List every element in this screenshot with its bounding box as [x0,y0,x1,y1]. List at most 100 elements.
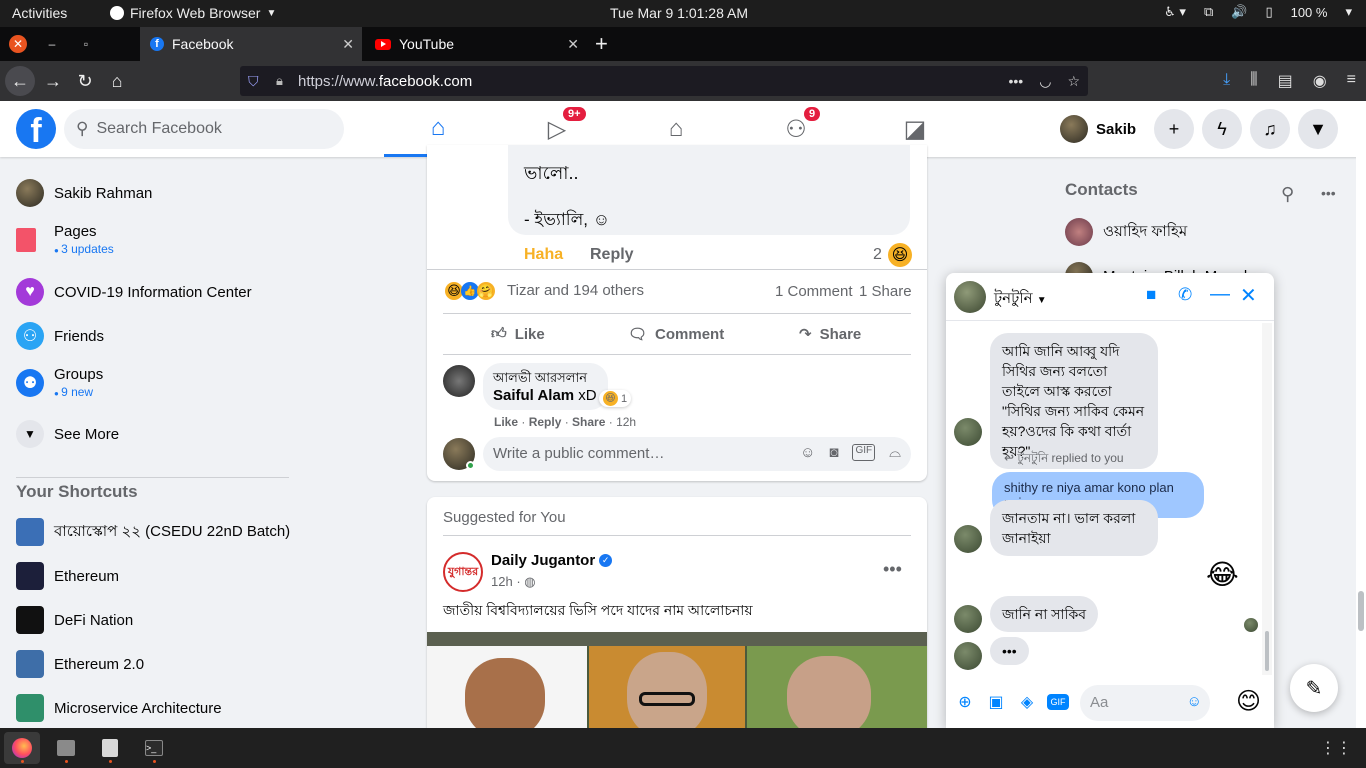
library-icon[interactable]: ⫼ [1250,71,1257,91]
close-icon[interactable]: ✕ [1240,283,1257,308]
facebook-logo[interactable]: f [16,109,56,149]
sidebar-item-profile[interactable]: Sakib Rahman [16,179,152,207]
messenger-button[interactable]: ϟ [1202,109,1242,149]
software-dock-icon[interactable] [92,732,128,764]
clock[interactable]: Tue Mar 9 1:01:28 AM [610,5,748,21]
new-tab-button[interactable]: + [595,31,608,57]
video-call-icon[interactable]: ■ [1146,285,1156,305]
more-options-icon[interactable]: ••• [1321,185,1336,201]
profile-chip[interactable]: Sakib [1060,115,1136,143]
reaction-count[interactable]: 2 [873,246,882,264]
write-comment-input[interactable]: Write a public comment… ☺ ◙ GIF ⌓ [483,437,911,471]
sidebar-item-pages[interactable]: Pages 3 updates [16,223,114,256]
page-scrollbar[interactable] [1356,157,1366,728]
post-image[interactable] [427,632,927,737]
search-input[interactable]: ⚲ Search Facebook [64,109,344,149]
sidebar-icon[interactable]: ▤ [1278,71,1293,91]
sticker-icon[interactable]: ⌓ [889,444,901,461]
scrollbar-thumb[interactable] [1265,631,1269,671]
message-incoming[interactable]: জানতাম না। ভাল করলা জানাইয়া [990,500,1158,556]
shortcut-item[interactable]: DeFi Nation [16,606,133,634]
emoji-icon[interactable]: ☺ [1187,693,1202,710]
sidebar-item-friends[interactable]: ⚇ Friends [16,322,104,350]
shortcut-item[interactable]: Microservice Architecture [16,694,222,722]
menu-icon[interactable]: ≡ [1347,71,1356,91]
account-icon[interactable]: ◉ [1313,71,1327,91]
reactions-summary[interactable]: Tizar and 194 others [507,282,644,299]
camera-icon[interactable]: ◙ [829,444,838,461]
send-emoji-icon[interactable]: 😊 [1236,687,1261,716]
phone-icon[interactable]: ✆ [1178,285,1192,305]
laughing-emoji-message[interactable]: 😂 [1206,558,1239,591]
comment-like-link[interactable]: Like [494,415,518,429]
window-maximize-button[interactable]: ▫ [77,35,95,53]
search-icon[interactable]: ⚲ [1281,184,1294,205]
lock-icon[interactable]: 🔒︎ [276,73,283,89]
like-button[interactable]: 👍︎ Like [491,325,545,343]
download-icon[interactable]: ⤓ [1223,71,1230,91]
message-incoming[interactable]: আমি জানি আব্বু যদি সিথির জন্য বলতো তাইলে… [990,333,1158,469]
tracking-shield-icon[interactable]: ⛉ [248,73,259,90]
haha-link[interactable]: Haha [524,246,563,264]
close-tab-icon[interactable]: ✕ [342,36,354,53]
reply-link[interactable]: Reply [590,246,634,264]
comment-reply-link[interactable]: Reply [529,415,562,429]
show-applications-icon[interactable]: ⋮⋮ [1320,738,1352,758]
tab-facebook[interactable]: f Facebook ✕ [140,27,362,61]
back-button[interactable]: ← [5,66,35,96]
post-time[interactable]: 12h · ◍ [491,574,536,590]
home-button[interactable]: ⌂ [102,66,132,96]
close-tab-icon[interactable]: ✕ [567,36,579,53]
reload-button[interactable]: ↻ [70,66,100,96]
comment-reactions[interactable]: 😆 1 [599,390,632,407]
minimize-icon[interactable]: — [1210,283,1230,306]
page-name[interactable]: Daily Jugantor ✓ [491,552,613,569]
shortcut-item[interactable]: Ethereum [16,562,119,590]
message-input[interactable]: Aa ☺ [1080,685,1210,721]
new-message-button[interactable]: ✎ [1290,664,1338,712]
tab-youtube[interactable]: YouTube ✕ [365,27,587,61]
app-menu[interactable]: Firefox Web Browser ▼ [110,5,276,21]
contact-item[interactable]: ওয়াহিদ ফাহিম [1065,218,1187,246]
terminal-dock-icon[interactable]: >_ [136,732,172,764]
add-icon[interactable]: ⊕ [954,691,976,713]
account-menu-button[interactable]: ▼ [1298,109,1338,149]
avatar[interactable] [443,365,475,397]
sidebar-item-groups[interactable]: ⚉ Groups 9 new [16,366,103,399]
sidebar-item-covid[interactable]: ♥ COVID-19 Information Center [16,278,252,306]
scrollbar-thumb[interactable] [1358,591,1364,631]
shortcut-item[interactable]: বায়োস্কোপ ২২ (CSEDU 22nD Batch) [16,518,290,546]
url-text[interactable]: https://www.facebook.com [298,73,472,90]
more-options-icon[interactable]: ••• [883,559,902,580]
share-count[interactable]: 1 Share [859,283,912,300]
comment-button[interactable]: 🗨︎ Comment [628,325,724,344]
bookmark-star-icon[interactable]: ☆ [1067,73,1080,90]
window-close-button[interactable]: ✕ [9,35,27,53]
comment-count[interactable]: 1 Comment [775,283,853,300]
gif-icon[interactable]: GIF [1047,694,1069,710]
chat-title[interactable]: টুনটুনি ▼ [994,287,1047,312]
chat-scrollbar[interactable] [1262,323,1272,675]
create-button[interactable]: + [1154,109,1194,149]
notifications-button[interactable]: ♫ [1250,109,1290,149]
emoji-icon[interactable]: ☺ [800,444,815,461]
photo-icon[interactable]: ▣ [985,691,1007,713]
firefox-dock-icon[interactable] [4,732,40,764]
avatar[interactable] [954,281,986,313]
sticker-icon[interactable]: ◈ [1016,691,1038,713]
page-avatar[interactable]: যুগান্তর [443,552,483,592]
comment-share-link[interactable]: Share [572,415,605,429]
share-button[interactable]: ↷ Share [799,325,861,344]
activities-button[interactable]: Activities [12,5,67,21]
reaction-icons[interactable]: 😆 👍 🤗 [445,282,495,300]
sidebar-see-more[interactable]: ▼ See More [16,420,119,448]
page-actions-icon[interactable]: ••• [1009,73,1024,90]
forward-button[interactable]: → [38,66,68,96]
files-dock-icon[interactable] [48,732,84,764]
window-minimize-button[interactable]: – [43,35,61,53]
shortcut-item[interactable]: Ethereum 2.0 [16,650,144,678]
system-tray[interactable]: ♿ ▾ ⧉ 🔊 ▯ 100 % ▾ [1164,4,1352,20]
pocket-icon[interactable]: ◡ [1039,73,1051,90]
gif-icon[interactable]: GIF [852,444,876,461]
url-bar[interactable]: ⛉ 🔒︎ https://www.facebook.com ••• ◡ ☆ [240,66,1088,96]
